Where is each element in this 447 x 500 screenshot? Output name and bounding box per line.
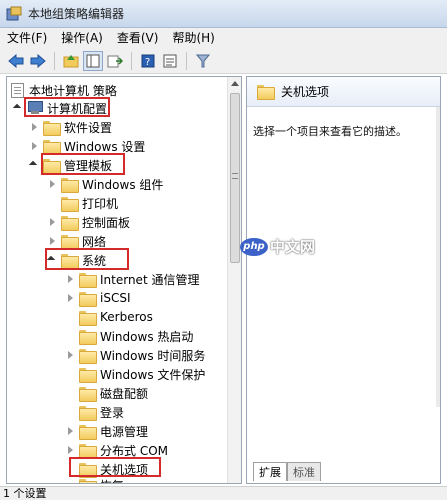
group-policy-app-icon — [6, 6, 22, 22]
collapsed-arrow-icon[interactable] — [65, 350, 75, 360]
folder-icon — [79, 386, 97, 402]
back-arrow-icon[interactable] — [6, 51, 26, 71]
folder-icon — [79, 310, 97, 326]
folder-icon — [79, 291, 97, 307]
tree-item-disk-quota[interactable]: 磁盘配额 — [79, 384, 148, 402]
tree-item-iscsi[interactable]: iSCSI — [65, 289, 131, 307]
collapsed-arrow-icon[interactable] — [65, 445, 75, 455]
detail-pane[interactable]: 关机选项 选择一个项目来查看它的描述。 扩展 标准 — [246, 76, 441, 484]
folder-icon — [61, 234, 79, 250]
detail-title: 关机选项 — [281, 85, 330, 99]
folder-icon — [79, 348, 97, 364]
tree-item-win-hotstart[interactable]: Windows 热启动 — [79, 327, 193, 345]
collapsed-arrow-icon[interactable] — [65, 426, 75, 436]
folder-icon — [61, 215, 79, 231]
show-hide-tree-icon[interactable] — [83, 50, 103, 71]
detail-description: 选择一个项目来查看它的描述。 — [253, 125, 407, 138]
window-title: 本地组策略编辑器 — [28, 7, 125, 21]
toolbar-separator — [54, 51, 55, 70]
menu-view[interactable]: 查看(V) — [110, 28, 166, 48]
collapsed-arrow-icon[interactable] — [47, 236, 57, 246]
folder-icon — [79, 329, 97, 345]
tree-item-windows-components[interactable]: Windows 组件 — [47, 175, 163, 193]
tree-item-win-time[interactable]: Windows 时间服务 — [65, 346, 205, 364]
highlight-admin-templates — [41, 153, 125, 175]
title-bar: 本地组策略编辑器 — [0, 0, 447, 28]
folder-icon — [79, 443, 97, 459]
folder-icon — [79, 367, 97, 383]
collapsed-arrow-icon[interactable] — [29, 141, 39, 151]
policy-document-icon — [11, 82, 24, 98]
folder-icon — [257, 85, 275, 100]
php-cn-watermark: php 中文网 — [240, 236, 315, 257]
highlight-system — [45, 248, 129, 270]
tree-scrollbar[interactable] — [227, 77, 241, 483]
toolbar-separator — [131, 51, 132, 70]
collapsed-arrow-icon[interactable] — [29, 122, 39, 132]
folder-icon — [43, 120, 61, 136]
expanded-arrow-icon[interactable] — [29, 160, 39, 170]
toolbar: ? — [0, 48, 447, 74]
tree-item-logon[interactable]: 登录 — [79, 403, 124, 421]
collapsed-arrow-icon[interactable] — [65, 274, 75, 284]
tree-item-power-mgmt[interactable]: 电源管理 — [65, 422, 148, 440]
policy-tree-pane[interactable]: 本地计算机 策略 计算机配置 软件设置 Windows 设置 管理模板 Wind… — [6, 76, 242, 484]
folder-icon — [61, 177, 79, 193]
collapsed-arrow-icon[interactable] — [47, 217, 57, 227]
tree-item-recovery[interactable]: 恢复 — [79, 476, 124, 483]
forward-arrow-icon[interactable] — [28, 51, 48, 71]
status-bar: 1 个设置 — [0, 486, 447, 500]
collapsed-arrow-icon[interactable] — [65, 293, 75, 303]
menu-file[interactable]: 文件(F) — [0, 28, 54, 48]
expanded-arrow-icon[interactable] — [13, 103, 23, 113]
menu-action[interactable]: 操作(A) — [54, 28, 110, 48]
menu-help[interactable]: 帮助(H) — [165, 28, 221, 48]
menu-bar: 文件(F) 操作(A) 查看(V) 帮助(H) — [0, 28, 447, 48]
collapsed-arrow-icon[interactable] — [47, 179, 57, 189]
tree-item-printers[interactable]: 打印机 — [61, 194, 118, 212]
folder-icon — [43, 139, 61, 155]
tab-standard[interactable]: 标准 — [287, 462, 321, 481]
tree-item-control-panel[interactable]: 控制面板 — [47, 213, 130, 231]
view-tabs: 扩展 标准 — [253, 462, 321, 481]
folder-icon — [79, 405, 97, 421]
highlight-shutdown-options — [69, 457, 161, 477]
folder-icon — [61, 196, 79, 212]
up-folder-icon[interactable] — [61, 51, 81, 71]
tree-item-win-file-protection[interactable]: Windows 文件保护 — [79, 365, 205, 383]
toolbar-separator — [186, 51, 187, 70]
svg-text:?: ? — [145, 57, 150, 68]
folder-icon — [79, 424, 97, 440]
help-icon[interactable]: ? — [138, 51, 158, 71]
detail-header: 关机选项 — [247, 77, 440, 107]
watermark-text: 中文网 — [270, 238, 316, 256]
scroll-up-arrow-icon[interactable] — [231, 81, 239, 86]
tree-item-software-settings[interactable]: 软件设置 — [29, 118, 112, 136]
highlight-computer-config — [24, 97, 110, 117]
tree-item-internet-comm[interactable]: Internet 通信管理 — [65, 270, 199, 288]
tab-extended[interactable]: 扩展 — [253, 462, 287, 481]
detail-scrollbar[interactable] — [436, 107, 440, 407]
php-logo: php — [240, 237, 268, 256]
export-list-icon[interactable] — [105, 51, 125, 71]
folder-icon — [79, 272, 97, 288]
scrollbar-grip-icon — [232, 173, 238, 179]
filter-icon[interactable] — [193, 51, 213, 71]
properties-icon[interactable] — [160, 51, 180, 71]
tree-item-kerberos[interactable]: Kerberos — [79, 308, 153, 326]
folder-icon — [79, 478, 97, 483]
